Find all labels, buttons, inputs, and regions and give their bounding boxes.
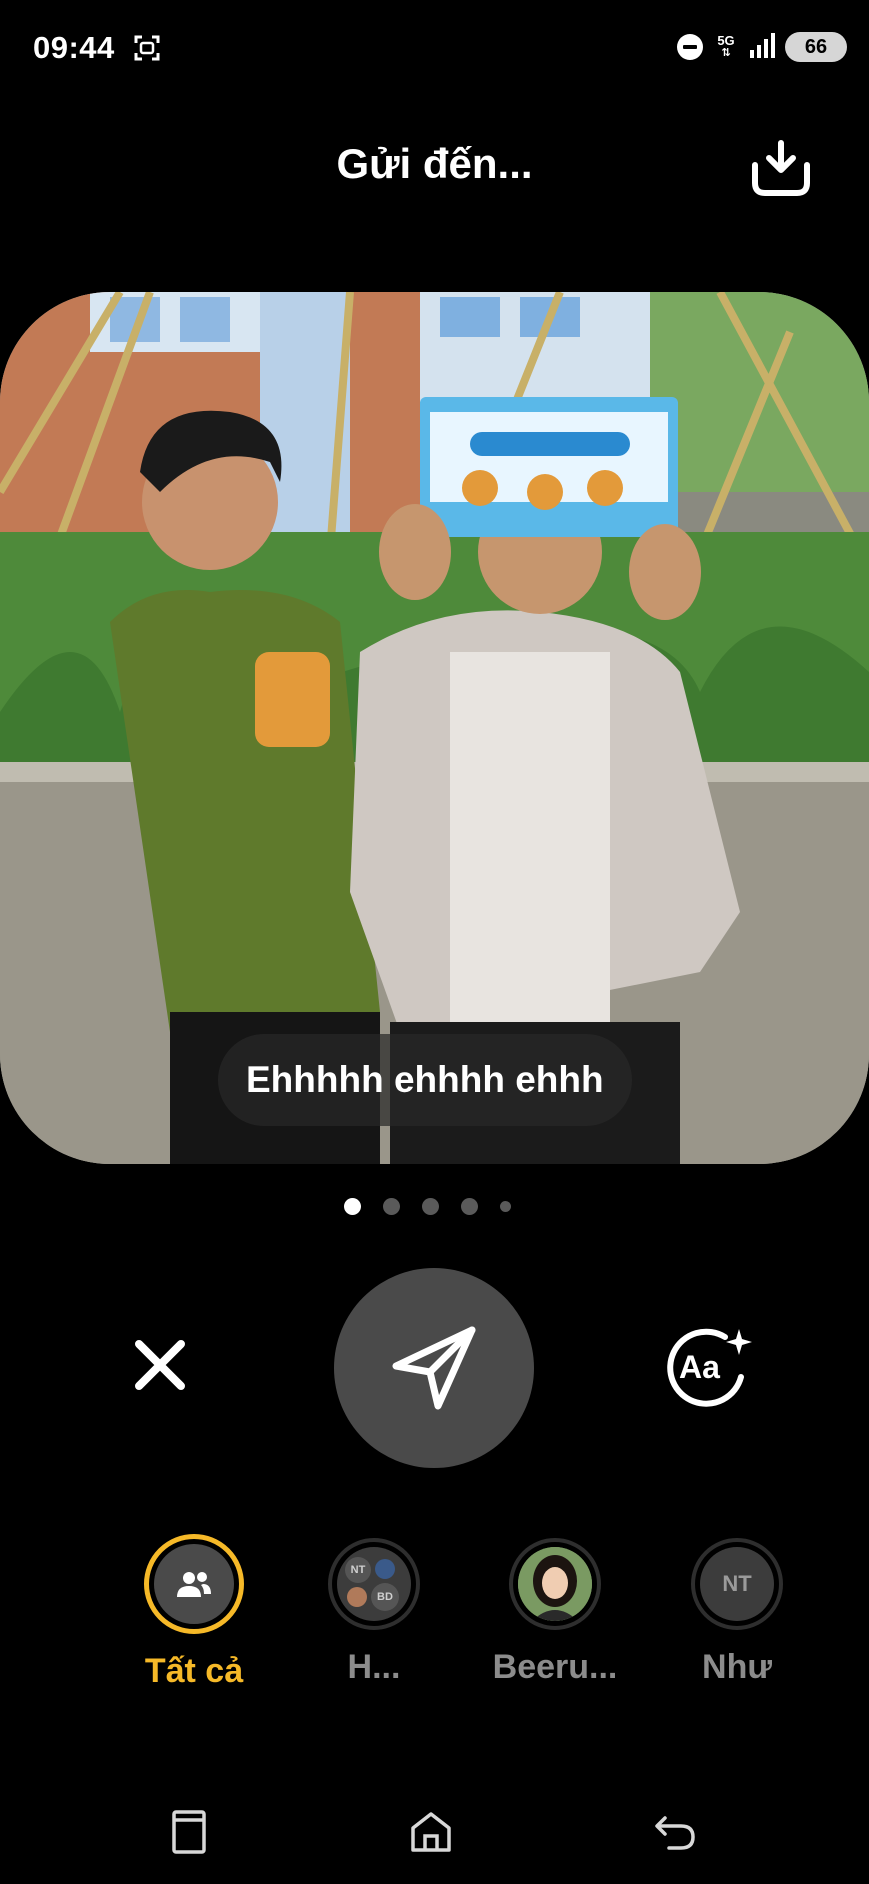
- recipient-avatar: [509, 1538, 601, 1630]
- send-button[interactable]: [334, 1268, 534, 1468]
- status-time: 09:44: [33, 30, 115, 65]
- profile-photo: [518, 1547, 592, 1621]
- photo-caption[interactable]: Ehhhhh ehhhh ehhh: [218, 1034, 632, 1126]
- recipient-beeru[interactable]: Beeru...: [470, 1538, 640, 1687]
- recipient-nhu[interactable]: NT Như: [652, 1538, 822, 1687]
- send-icon: [392, 1326, 476, 1410]
- download-icon: [752, 140, 810, 196]
- recipient-list: Tất cả NT BD H... Beeru... NT Như: [0, 1534, 869, 1691]
- mini-avatar-photo: [347, 1587, 367, 1607]
- home-icon: [411, 1812, 451, 1852]
- back-button[interactable]: [651, 1808, 699, 1856]
- network-type: 5G ⇅: [717, 33, 735, 59]
- recipient-name: Như: [702, 1648, 772, 1686]
- page-dot: [500, 1201, 511, 1212]
- do-not-disturb-icon: [677, 34, 703, 60]
- text-style-button[interactable]: Aa: [655, 1325, 757, 1409]
- recipient-name: H...: [347, 1648, 401, 1686]
- system-nav-bar: [0, 1790, 869, 1870]
- page-dot: [383, 1198, 400, 1215]
- signal-icon: [749, 31, 775, 64]
- screenshot-icon: [133, 34, 161, 62]
- mini-avatar: NT: [345, 1557, 371, 1583]
- back-icon: [655, 1816, 695, 1850]
- status-bar: 09:44 5G ⇅ 66: [0, 0, 869, 100]
- recipient-all[interactable]: Tất cả: [109, 1534, 279, 1691]
- recent-apps-button[interactable]: [165, 1808, 213, 1856]
- recipient-name: Tất cả: [144, 1652, 244, 1690]
- recent-apps-icon: [172, 1810, 206, 1854]
- download-button[interactable]: [748, 135, 814, 201]
- text-style-label: Aa: [679, 1349, 720, 1385]
- page-dot-active: [344, 1198, 361, 1215]
- mini-avatar: BD: [371, 1583, 399, 1611]
- status-icons: 5G ⇅ 66: [677, 30, 847, 64]
- recipient-avatar: NT: [691, 1538, 783, 1630]
- page-dot: [422, 1198, 439, 1215]
- close-button[interactable]: [125, 1330, 195, 1400]
- page-dot: [461, 1198, 478, 1215]
- close-icon: [135, 1340, 185, 1390]
- recipient-avatar: [144, 1534, 244, 1634]
- mini-avatar-photo: [375, 1559, 395, 1579]
- group-icon: [177, 1572, 211, 1597]
- recipient-initials: NT: [722, 1571, 752, 1596]
- page-title: Gửi đến...: [336, 140, 533, 187]
- recipient-name: Beeru...: [492, 1648, 618, 1686]
- page-indicator: [344, 1198, 511, 1215]
- recipient-avatar: NT BD: [328, 1538, 420, 1630]
- home-button[interactable]: [407, 1808, 455, 1856]
- recipient-group[interactable]: NT BD H...: [289, 1538, 459, 1687]
- battery-icon: 66: [785, 32, 847, 62]
